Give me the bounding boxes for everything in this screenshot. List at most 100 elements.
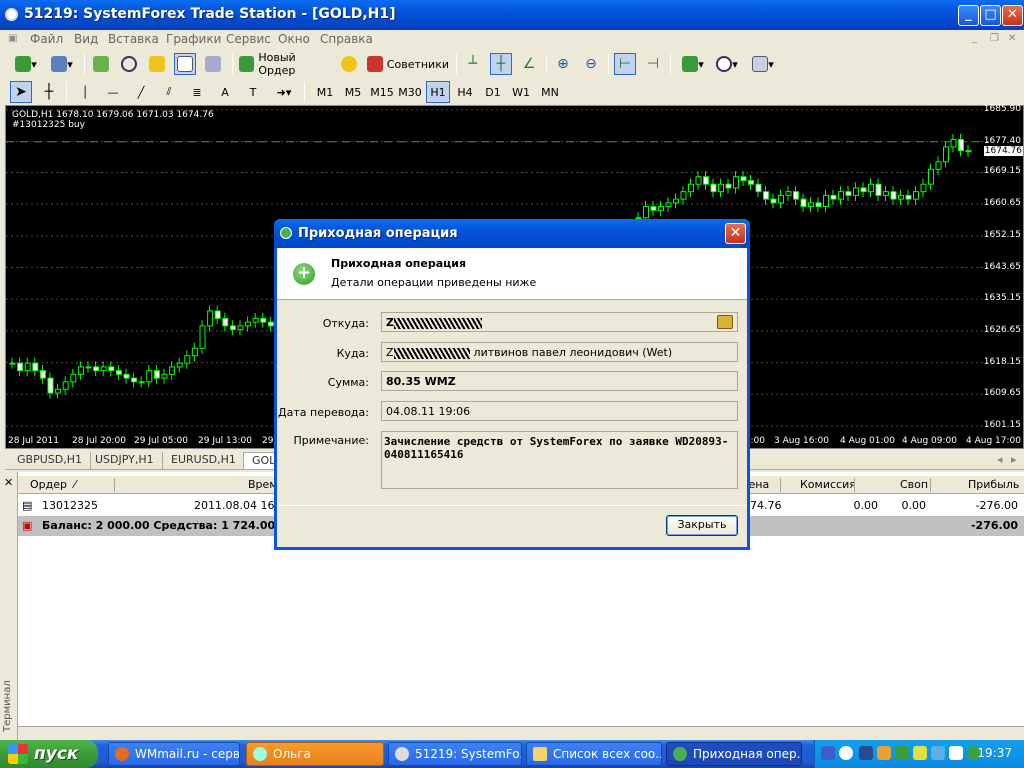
wallet-icon[interactable] — [717, 315, 733, 329]
col-profit[interactable]: Прибыль — [968, 478, 1019, 491]
tf-w1[interactable]: W1 — [508, 81, 534, 103]
tray-arrow-icon[interactable] — [839, 746, 853, 760]
minimize-button[interactable]: _ — [958, 5, 979, 26]
dialog-close-button[interactable]: ✕ — [725, 223, 746, 244]
close-dialog-button[interactable]: Закрыть — [666, 515, 738, 536]
taskbar-item-wmmail[interactable]: WMmail.ru - серв... — [108, 742, 240, 766]
col-order[interactable]: Ордер — [30, 478, 67, 491]
menu-view[interactable]: Вид — [74, 32, 98, 46]
chart-shift-button[interactable]: ⊣ — [642, 53, 664, 75]
tab-usdjpy[interactable]: USDJPY,H1 — [87, 452, 163, 469]
tab-gbpusd[interactable]: GBPUSD,H1 — [9, 452, 91, 469]
candle-body — [860, 187, 867, 193]
close-button[interactable]: ✕ — [1002, 5, 1023, 26]
menu-help[interactable]: Справка — [320, 32, 373, 46]
candle-body — [24, 362, 31, 372]
arrows-button[interactable]: ➜▾ — [270, 81, 298, 103]
candle-chart-button[interactable]: ┼ — [490, 53, 512, 75]
tray-app2-icon[interactable] — [895, 746, 909, 760]
line-chart-button[interactable]: ∠ — [518, 53, 540, 75]
start-button[interactable]: пуск — [0, 740, 98, 768]
indicators-button[interactable]: ▾ — [678, 53, 708, 75]
price-tick: 1652.15 — [983, 229, 1021, 240]
candle-body — [763, 191, 769, 200]
mdi-minimize-icon[interactable]: _ — [972, 33, 986, 45]
candle-body — [950, 138, 957, 148]
time-tick: 29 — [262, 436, 274, 446]
taskbar-item-tradestation[interactable]: 51219: SystemFo... — [388, 742, 522, 766]
candle-body — [184, 355, 191, 364]
navigator-button[interactable] — [146, 53, 168, 75]
note-field[interactable]: Зачисление средств от SystemForex по зая… — [381, 431, 738, 489]
tf-h1[interactable]: H1 — [426, 81, 450, 103]
tf-d1[interactable]: D1 — [480, 81, 506, 103]
menu-charts[interactable]: Графики — [166, 32, 221, 46]
terminal-button[interactable] — [174, 53, 196, 75]
tray-app-icon[interactable] — [877, 746, 891, 760]
periods-button[interactable]: ▾ — [712, 53, 742, 75]
horizontal-line-button[interactable]: — — [102, 81, 124, 103]
tf-m15[interactable]: M15 — [368, 81, 396, 103]
new-order-button[interactable]: Новый Ордер — [238, 51, 334, 77]
tray-app3-icon[interactable] — [913, 746, 927, 760]
firefox-icon — [115, 747, 129, 761]
advisors-button[interactable]: Советники — [366, 53, 450, 75]
dialog-titlebar[interactable]: Приходная операция ✕ — [274, 219, 750, 248]
network-icon[interactable] — [859, 746, 873, 760]
tab-scroll-left-icon[interactable]: ◂ — [997, 453, 1003, 466]
taskbar-item-dialog[interactable]: Приходная опер... — [666, 742, 802, 766]
tab-scroll-right-icon[interactable]: ▸ — [1011, 453, 1017, 466]
taskbar-item-folder[interactable]: Список всех соо... — [526, 742, 662, 766]
tab-eurusd[interactable]: EURUSD,H1 — [163, 452, 245, 469]
bar-chart-button[interactable]: ┴ — [462, 53, 484, 75]
volume-icon[interactable] — [949, 746, 963, 760]
candle-body — [943, 146, 949, 163]
tester-button[interactable] — [202, 53, 224, 75]
menu-insert[interactable]: Вставка — [108, 32, 159, 46]
doc-icon[interactable]: ▣ — [8, 33, 22, 45]
vertical-line-button[interactable]: │ — [74, 81, 96, 103]
window-title: 51219: SystemForex Trade Station - [GOLD… — [24, 6, 396, 22]
window-titlebar[interactable]: 51219: SystemForex Trade Station - [GOLD… — [0, 0, 1024, 30]
new-chart-button[interactable]: ▾ — [10, 53, 42, 75]
data-window-button[interactable] — [118, 53, 140, 75]
channel-button[interactable]: ⫽ — [158, 81, 180, 103]
keyboard-icon[interactable] — [821, 746, 835, 760]
to-field[interactable]: Zлитвинов павел леонидович (Wet) — [381, 342, 738, 362]
trendline-button[interactable]: ╱ — [130, 81, 152, 103]
horizontal-line-icon: — — [107, 85, 119, 99]
terminal-tabs[interactable] — [18, 726, 1024, 740]
time-tick: 4 Aug 09:00 — [902, 436, 957, 446]
profiles-button[interactable]: ▾ — [46, 53, 78, 75]
menu-tools[interactable]: Сервис — [226, 32, 271, 46]
amount-field[interactable]: 80.35 WMZ — [381, 371, 738, 391]
tray-app4-icon[interactable] — [931, 746, 945, 760]
taskbar-item-olga[interactable]: Ольга — [246, 742, 384, 766]
terminal-close-icon[interactable]: ✕ — [4, 476, 13, 489]
menu-file[interactable]: Файл — [30, 32, 63, 46]
maximize-button[interactable]: □ — [980, 5, 1001, 26]
alert-button[interactable] — [338, 53, 360, 75]
autoscroll-button[interactable]: ⊢ — [614, 53, 636, 75]
tf-mn[interactable]: MN — [536, 81, 564, 103]
crosshair-button[interactable]: ┼ — [38, 81, 60, 103]
zoom-out-button[interactable]: ⊖ — [580, 53, 602, 75]
from-field[interactable]: Z — [381, 312, 738, 332]
tf-h4[interactable]: H4 — [452, 81, 478, 103]
templates-button[interactable]: ▾ — [748, 53, 778, 75]
label-button[interactable]: T — [242, 81, 264, 103]
tf-m30[interactable]: M30 — [396, 81, 424, 103]
zoom-in-button[interactable]: ⊕ — [552, 53, 574, 75]
tf-m1[interactable]: M1 — [312, 81, 338, 103]
col-commission[interactable]: Комиссия — [800, 478, 856, 491]
cursor-button[interactable]: ➤ — [10, 81, 32, 103]
text-button[interactable]: A — [214, 81, 236, 103]
mdi-close-icon[interactable]: ✕ — [1008, 33, 1022, 45]
market-watch-button[interactable] — [90, 53, 112, 75]
tf-m5[interactable]: M5 — [340, 81, 366, 103]
col-swap[interactable]: Своп — [900, 478, 928, 491]
menu-window[interactable]: Окно — [278, 32, 310, 46]
date-field[interactable]: 04.08.11 19:06 — [381, 401, 738, 421]
fibo-button[interactable]: ≣ — [186, 81, 208, 103]
mdi-restore-icon[interactable]: ❐ — [990, 33, 1004, 45]
